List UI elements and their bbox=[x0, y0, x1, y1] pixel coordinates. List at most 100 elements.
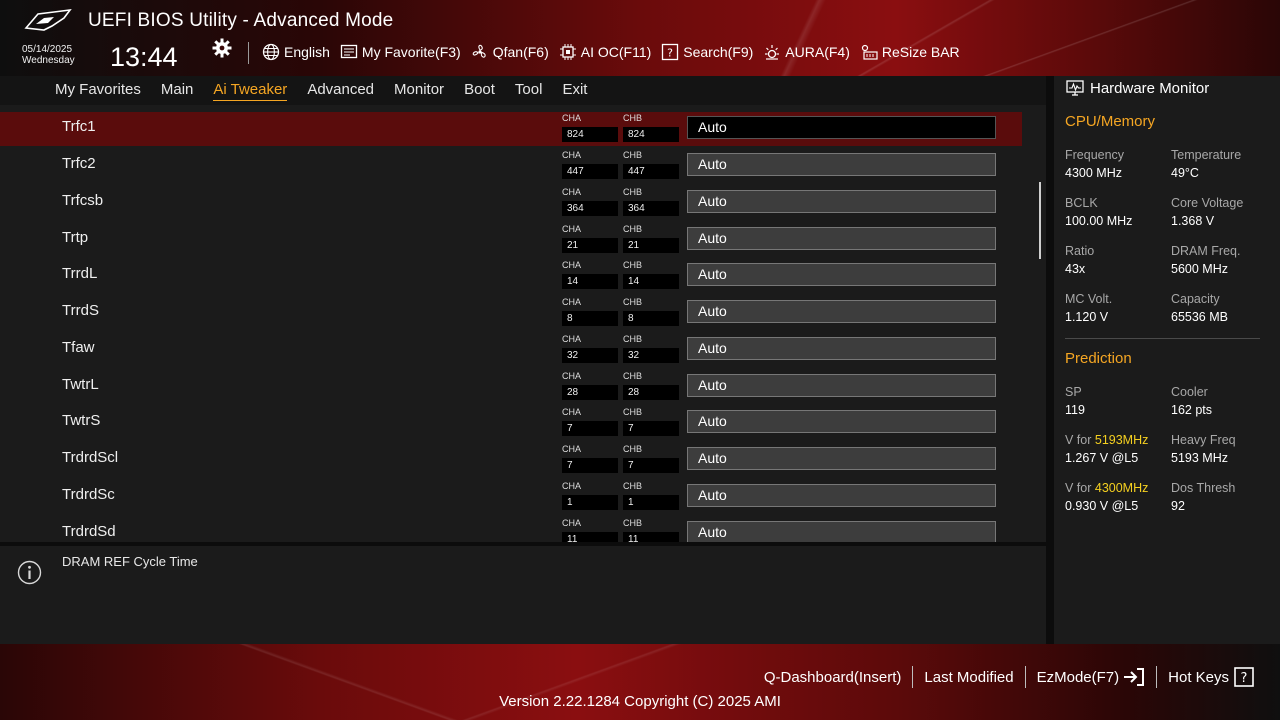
chb-value: 14 bbox=[623, 274, 679, 289]
language-button[interactable]: English bbox=[262, 41, 330, 63]
setting-row-tfaw[interactable]: Tfaw CHA 32 CHB 32 Auto bbox=[0, 333, 1022, 367]
cha-readout: CHA 7 bbox=[562, 443, 618, 473]
resize-bar-icon bbox=[861, 44, 878, 60]
chb-label: CHB bbox=[623, 444, 643, 454]
setting-label: TwtrS bbox=[62, 412, 101, 429]
search-icon: ? bbox=[662, 43, 679, 61]
cha-label: CHA bbox=[562, 407, 582, 417]
chb-readout: CHB 7 bbox=[623, 443, 679, 473]
qfan-label: Qfan(F6) bbox=[492, 44, 549, 60]
tab-ai-tweaker[interactable]: Ai Tweaker bbox=[213, 81, 288, 101]
setting-row-trfcsb[interactable]: Trfcsb CHA 364 CHB 364 Auto bbox=[0, 186, 1022, 220]
setting-value-field[interactable]: Auto bbox=[687, 190, 996, 213]
setting-row-twtrl[interactable]: TwtrL CHA 28 CHB 28 Auto bbox=[0, 370, 1022, 404]
temperature-value: 49°C bbox=[1171, 166, 1199, 180]
chb-value: 11 bbox=[623, 532, 679, 542]
hot-keys-button[interactable]: Hot Keys ? bbox=[1157, 666, 1266, 688]
aura-label: AURA(F4) bbox=[785, 44, 850, 60]
chb-readout: CHB 1 bbox=[623, 480, 679, 510]
setting-value-field[interactable]: Auto bbox=[687, 116, 996, 139]
resize-bar-button[interactable]: ReSize BAR bbox=[860, 41, 960, 63]
qfan-button[interactable]: Qfan(F6) bbox=[471, 41, 549, 63]
cooler-value: 162 pts bbox=[1171, 403, 1213, 417]
cha-value: 21 bbox=[562, 238, 618, 253]
tab-my-favorites[interactable]: My Favorites bbox=[55, 81, 141, 100]
chb-value: 32 bbox=[623, 348, 679, 363]
my-favorite-button[interactable]: My Favorite(F3) bbox=[340, 41, 461, 63]
tab-tool[interactable]: Tool bbox=[515, 81, 543, 100]
setting-value-field[interactable]: Auto bbox=[687, 227, 996, 250]
aura-button[interactable]: AURA(F4) bbox=[763, 41, 850, 63]
cha-label: CHA bbox=[562, 224, 582, 234]
chb-readout: CHB 11 bbox=[623, 517, 679, 542]
setting-value-field[interactable]: Auto bbox=[687, 337, 996, 360]
chb-label: CHB bbox=[623, 481, 643, 491]
chb-label: CHB bbox=[623, 260, 643, 270]
ai-oc-button[interactable]: AI OC(F11) bbox=[559, 41, 652, 63]
setting-row-twtrs[interactable]: TwtrS CHA 7 CHB 7 Auto bbox=[0, 406, 1022, 440]
setting-row-trrdl[interactable]: TrrdL CHA 14 CHB 14 Auto bbox=[0, 259, 1022, 293]
setting-value-field[interactable]: Auto bbox=[687, 447, 996, 470]
hardware-monitor-panel: Hardware Monitor CPU/Memory Frequency 43… bbox=[1054, 76, 1280, 644]
setting-value-field[interactable]: Auto bbox=[687, 300, 996, 323]
app-title: UEFI BIOS Utility - Advanced Mode bbox=[88, 10, 394, 31]
setting-row-trfc1[interactable]: Trfc1 CHA 824 CHB 824 Auto bbox=[0, 112, 1022, 146]
chb-label: CHB bbox=[623, 187, 643, 197]
ratio-label: Ratio bbox=[1065, 244, 1095, 258]
cha-readout: CHA 21 bbox=[562, 223, 618, 253]
scrollbar-thumb[interactable] bbox=[1039, 182, 1041, 259]
setting-row-trdrdscl[interactable]: TrdrdScl CHA 7 CHB 7 Auto bbox=[0, 443, 1022, 477]
heavy-freq-value: 5193 MHz bbox=[1171, 451, 1228, 465]
q-dashboard-button[interactable]: Q-Dashboard(Insert) bbox=[753, 666, 913, 688]
ai-oc-label: AI OC(F11) bbox=[580, 44, 652, 60]
favorite-icon bbox=[340, 44, 358, 59]
setting-label: Trfc1 bbox=[62, 118, 96, 135]
chb-label: CHB bbox=[623, 150, 643, 160]
date-display: 05/14/2025 Wednesday bbox=[22, 44, 75, 66]
language-label: English bbox=[284, 44, 330, 60]
chb-value: 21 bbox=[623, 238, 679, 253]
tab-boot[interactable]: Boot bbox=[464, 81, 495, 100]
setting-value-field[interactable]: Auto bbox=[687, 410, 996, 433]
tab-exit[interactable]: Exit bbox=[562, 81, 587, 100]
last-modified-button[interactable]: Last Modified bbox=[913, 666, 1024, 688]
cha-readout: CHA 28 bbox=[562, 370, 618, 400]
dram-freq-label: DRAM Freq. bbox=[1171, 244, 1241, 258]
setting-row-trrds[interactable]: TrrdS CHA 8 CHB 8 Auto bbox=[0, 296, 1022, 330]
cha-readout: CHA 7 bbox=[562, 406, 618, 436]
cha-value: 14 bbox=[562, 274, 618, 289]
cha-value: 7 bbox=[562, 458, 618, 473]
setting-label: TrrdL bbox=[62, 265, 98, 282]
setting-value-field[interactable]: Auto bbox=[687, 263, 996, 286]
toolbar: English My Favorite(F3) Qfan(F6) AI OC(F… bbox=[262, 41, 960, 63]
tab-monitor[interactable]: Monitor bbox=[394, 81, 444, 100]
cha-value: 32 bbox=[562, 348, 618, 363]
tab-advanced[interactable]: Advanced bbox=[307, 81, 374, 100]
setting-row-trdrdsd[interactable]: TrdrdSd CHA 11 CHB 11 Auto bbox=[0, 517, 1022, 542]
cha-label: CHA bbox=[562, 187, 582, 197]
ai-chip-icon bbox=[559, 44, 576, 60]
setting-value-field[interactable]: Auto bbox=[687, 153, 996, 176]
chb-readout: CHB 364 bbox=[623, 186, 679, 216]
setting-value-field[interactable]: Auto bbox=[687, 374, 996, 397]
weekday-text: Wednesday bbox=[22, 55, 75, 66]
setting-row-trfc2[interactable]: Trfc2 CHA 447 CHB 447 Auto bbox=[0, 149, 1022, 183]
cha-readout: CHA 447 bbox=[562, 149, 618, 179]
setting-row-trdrdsc[interactable]: TrdrdSc CHA 1 CHB 1 Auto bbox=[0, 480, 1022, 514]
core-voltage-label: Core Voltage bbox=[1171, 196, 1244, 210]
tab-main[interactable]: Main bbox=[161, 81, 194, 100]
ez-mode-button[interactable]: EzMode(F7) bbox=[1026, 666, 1157, 688]
setting-row-trtp[interactable]: Trtp CHA 21 CHB 21 Auto bbox=[0, 223, 1022, 257]
cha-readout: CHA 1 bbox=[562, 480, 618, 510]
top-banner: UEFI BIOS Utility - Advanced Mode 05/14/… bbox=[0, 0, 1280, 76]
search-button[interactable]: ? Search(F9) bbox=[661, 41, 753, 63]
v-for-value-1: 1.267 V @L5 bbox=[1065, 451, 1139, 465]
setting-value-field[interactable]: Auto bbox=[687, 521, 996, 542]
gear-icon[interactable] bbox=[212, 38, 232, 58]
date-text: 05/14/2025 bbox=[22, 44, 73, 55]
help-question-icon: ? bbox=[1234, 667, 1254, 687]
cha-label: CHA bbox=[562, 260, 582, 270]
setting-value-field[interactable]: Auto bbox=[687, 484, 996, 507]
v-for-frequency-2: 4300MHz bbox=[1094, 481, 1149, 495]
v-for-frequency-1: 5193MHz bbox=[1094, 433, 1149, 447]
